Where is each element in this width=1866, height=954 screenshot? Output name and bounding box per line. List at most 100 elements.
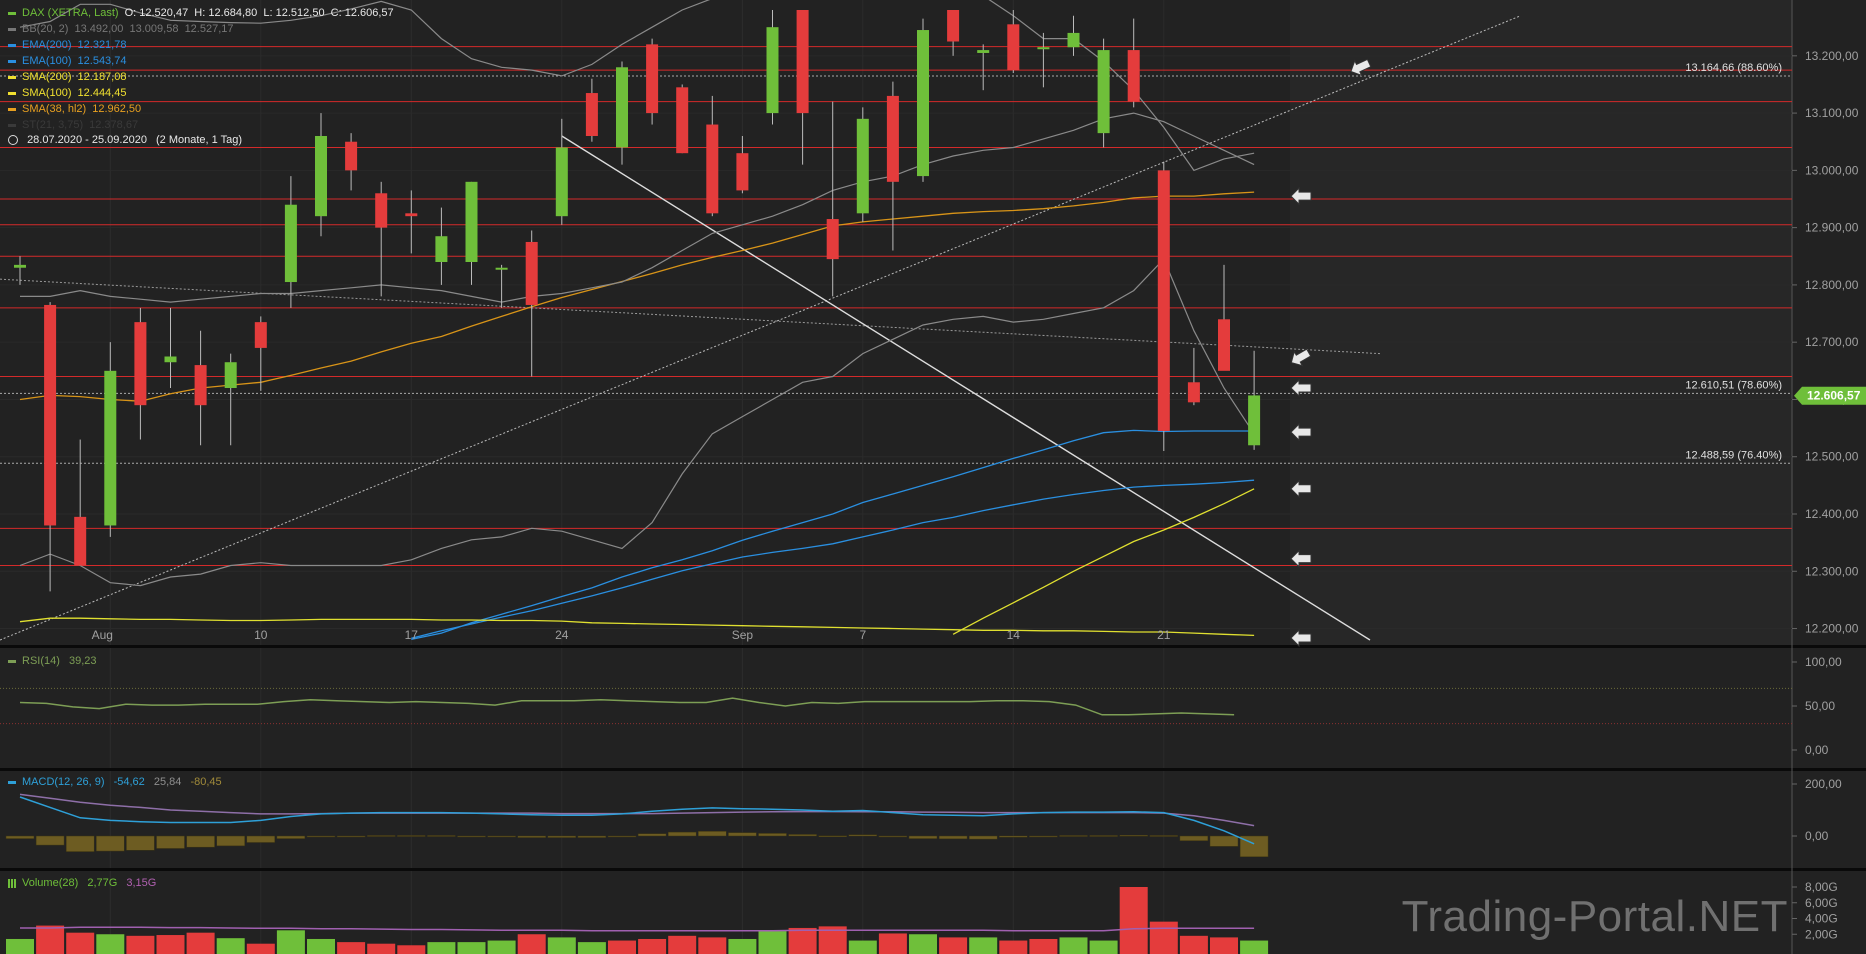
legend-row: DAX (XETRA, Last) O: 12.520,47 H: 12.684,… (8, 6, 394, 20)
macd-histogram-bar (126, 835, 155, 851)
candle-body (1067, 32, 1080, 48)
volume-bar (36, 925, 65, 954)
volume-ma-value: 3,15G (126, 877, 157, 889)
y-tick-label: 12.300,00 (1805, 564, 1859, 578)
macd-histogram-bar (336, 835, 366, 838)
volume-tick-label: 6,00G (1805, 896, 1838, 910)
legend-swatch (8, 91, 16, 95)
legend-row: BB(20, 2) 13.492,00 13.009,58 12.527,17 (8, 22, 234, 36)
legend-value: O: 12.520,47 H: 12.684,80 L: 12.512,50 C… (124, 7, 394, 19)
y-tick-label: 12.500,00 (1805, 450, 1859, 464)
macd-histogram-bar (65, 835, 95, 852)
x-tick-label: Sep (732, 628, 754, 642)
candle-body (14, 264, 26, 268)
macd-hist-value: -80,45 (190, 776, 222, 788)
legend-value: 12.444,45 (77, 87, 127, 99)
candle-body (706, 124, 719, 214)
rsi-swatch (8, 659, 16, 663)
volume-bar (517, 934, 546, 954)
candle-body (1127, 50, 1140, 102)
rsi-panel-bottom (0, 768, 1866, 771)
macd-value: -54,62 (113, 776, 145, 788)
y-tick-label: 12.700,00 (1805, 335, 1859, 349)
volume-bar (939, 937, 968, 954)
candle-body (826, 219, 839, 260)
macd-histogram-bar (637, 833, 667, 837)
rsi-title-row: RSI(14) 39,23 (8, 655, 97, 667)
y-tick-label: 13.100,00 (1805, 106, 1859, 120)
macd-histogram-bar (758, 833, 787, 837)
macd-histogram-bar (848, 834, 878, 837)
macd-histogram-bar (156, 835, 185, 849)
candle-body (224, 362, 237, 388)
macd-histogram-bar (517, 835, 546, 838)
volume-bar (1059, 937, 1088, 954)
macd-histogram-bar (698, 831, 727, 837)
volume-bar (1119, 887, 1148, 954)
x-tick-label: 17 (405, 628, 419, 642)
candle-body (284, 204, 297, 283)
candle-body (1097, 50, 1110, 134)
macd-histogram-bar (667, 831, 697, 837)
macd-histogram-bar (968, 835, 998, 840)
rsi-title: RSI(14) (22, 655, 60, 667)
x-tick-label: 14 (1007, 628, 1021, 642)
candle-body (1157, 170, 1170, 431)
y-tick-label: 12.800,00 (1805, 278, 1859, 292)
x-tick-label: Aug (92, 628, 113, 642)
legend-row: SMA(200) 12.187,08 (8, 70, 126, 84)
macd-histogram-bar (788, 834, 817, 837)
macd-histogram-bar (607, 835, 637, 838)
date-range-row: 28.07.2020 - 25.09.2020 (2 Monate, 1 Tag… (8, 133, 242, 147)
volume-bar (1240, 940, 1269, 954)
volume-bar (1149, 921, 1178, 954)
candle-body (44, 304, 57, 526)
candle-body (194, 365, 207, 406)
volume-bar (156, 935, 185, 954)
legend-label: SMA(100) (22, 87, 72, 99)
volume-bar (246, 943, 275, 954)
x-tick-label: 24 (555, 628, 569, 642)
candle-body (1187, 382, 1200, 403)
legend-label: EMA(200) (22, 39, 72, 51)
legend-label: SMA(38, hl2) (22, 103, 87, 115)
volume-bar (728, 938, 757, 954)
macd-histogram-bar (1029, 835, 1058, 838)
date-range: 28.07.2020 - 25.09.2020 (27, 134, 147, 146)
macd-histogram-bar (577, 835, 607, 838)
legend-value: 12.378,67 (89, 119, 139, 131)
legend-swatch (8, 59, 16, 63)
candle-body (796, 10, 809, 114)
volume-bar (96, 934, 125, 954)
rsi-tick-label: 0,00 (1805, 743, 1829, 757)
legend-swatch (8, 11, 16, 15)
legend-value: 12.321,78 (77, 39, 127, 51)
volume-bar (367, 943, 396, 954)
volume-bar (276, 930, 305, 954)
candle-body (134, 322, 147, 406)
rsi-value: 39,23 (68, 655, 97, 667)
candle-body (1248, 395, 1261, 446)
macd-histogram-bar (818, 835, 847, 837)
legend-swatch (8, 123, 16, 127)
y-tick-label: 12.900,00 (1805, 221, 1859, 235)
macd-tick-label: 0,00 (1805, 829, 1829, 843)
future-area (1290, 0, 1792, 645)
watermark: Trading-Portal.NET (1401, 892, 1788, 941)
last-price-label: 12.606,57 (1807, 389, 1861, 403)
volume-bar (487, 940, 516, 954)
macd-histogram-bar (878, 835, 908, 838)
chart-canvas[interactable]: 12.200,00 12.300,00 12.400,00 12.500,00 12.6… (0, 0, 1866, 954)
macd-histogram-bar (397, 835, 426, 837)
macd-histogram-bar (35, 835, 65, 846)
candle-body (886, 95, 899, 182)
candle-body (104, 370, 117, 526)
macd-histogram-bar (306, 835, 336, 838)
candle-body (646, 44, 659, 114)
period-label: (2 Monate, 1 Tag) (156, 134, 243, 146)
volume-bar (307, 938, 335, 954)
volume-tick-label: 2,00G (1805, 927, 1838, 941)
volume-bar (577, 942, 606, 954)
macd-histogram-bar (427, 835, 456, 837)
candle-body (555, 147, 568, 217)
